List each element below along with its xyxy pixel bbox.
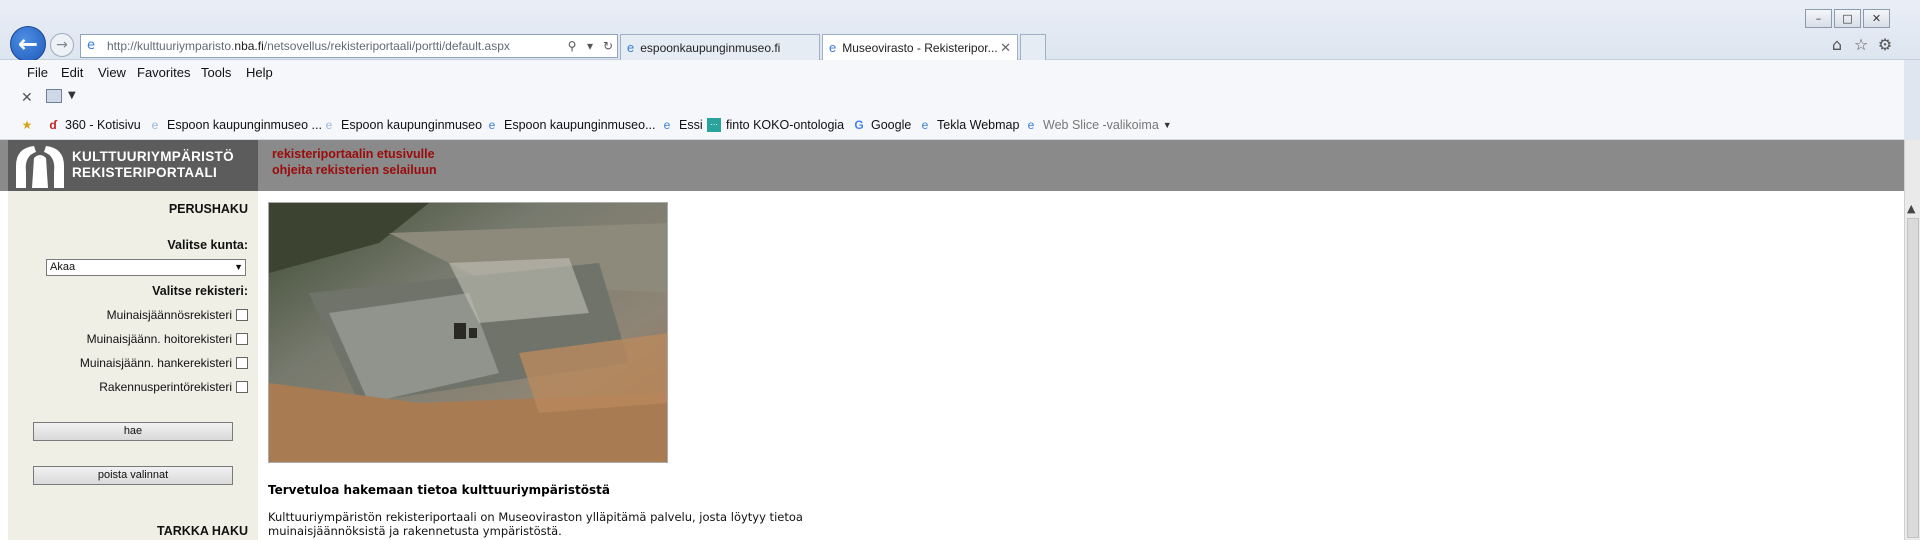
intro-paragraph: Kulttuuriympäristön rekisteriportaali on… [268, 510, 803, 538]
chevron-down-icon: ▼ [234, 262, 243, 272]
municipality-select[interactable]: Akaa ▼ [46, 259, 246, 276]
favorite-link-espoon-2[interactable]: e Espoon kaupunginmuseo [322, 118, 482, 132]
menu-view[interactable]: View [98, 65, 126, 80]
register-option: Muinaisjäänn. hankerekisteri [80, 356, 248, 370]
ie-page-icon: e [151, 118, 159, 132]
ie-page-icon: e [921, 118, 929, 132]
menu-bar: File Edit View Favorites Tools Help [0, 60, 1904, 84]
back-button[interactable]: ← [10, 26, 46, 62]
favorite-link-360[interactable]: ɗ 360 - Kotisivu [46, 118, 140, 132]
search-icon[interactable]: ⚲ [563, 39, 581, 53]
favorite-link-espoon-3[interactable]: e Espoon kaupunginmuseo... [485, 118, 656, 132]
logo-line-1: KULTTUURIYMPÄRISTÖ [72, 149, 234, 164]
favorite-link-finto[interactable]: ⋯ finto KOKO-ontologia [707, 118, 844, 132]
menu-tools[interactable]: Tools [201, 65, 231, 80]
excavation-photo [268, 202, 668, 463]
site-logo[interactable]: KULTTUURIYMPÄRISTÖ REKISTERIPORTAALI [8, 140, 258, 191]
search-sidebar: PERUSHAKU Valitse kunta: Akaa ▼ Valitse … [8, 191, 258, 540]
register-checkbox[interactable] [236, 333, 248, 345]
close-window-button[interactable]: ✕ [1863, 9, 1890, 28]
register-label: Valitse rekisteri: [152, 284, 248, 298]
address-bar[interactable]: e http://kulttuuriymparisto.nba.fi/netso… [80, 34, 618, 58]
ie-page-icon: e [488, 118, 496, 132]
page-header: KULTTUURIYMPÄRISTÖ REKISTERIPORTAALI rek… [0, 140, 1904, 191]
menu-favorites[interactable]: Favorites [137, 65, 190, 80]
favorites-bar: ★ ɗ 360 - Kotisivu e Espoon kaupunginmuseo… [0, 112, 1904, 140]
register-checkbox[interactable] [236, 357, 248, 369]
forward-button[interactable]: → [50, 33, 74, 57]
menu-edit[interactable]: Edit [61, 65, 83, 80]
advanced-search-title: TARKKA HAKU [157, 524, 248, 538]
chevron-down-icon: ▼ [1162, 120, 1172, 130]
link-portal-home[interactable]: rekisteriportaalin etusivulle [272, 147, 435, 161]
address-url[interactable]: http://kulttuuriymparisto.nba.fi/netsove… [107, 39, 563, 53]
chevron-down-icon[interactable]: ▼ [68, 90, 76, 101]
arch-logo-icon [16, 146, 64, 188]
municipality-label: Valitse kunta: [167, 238, 248, 252]
link-browse-help[interactable]: ohjeita rekisterien selailuun [272, 163, 437, 177]
add-favorite-icon[interactable]: ★ [20, 118, 39, 132]
web-slice-icon[interactable] [46, 89, 62, 103]
browser-titlebar: ← → e http://kulttuuriymparisto.nba.fi/n… [0, 0, 1920, 62]
clear-selections-button[interactable]: poista valinnat [33, 466, 233, 485]
360-icon: ɗ [49, 118, 57, 132]
basic-search-title: PERUSHAKU [168, 202, 248, 216]
home-icon[interactable]: ⌂ [1826, 34, 1848, 56]
ie-page-icon: e [1027, 118, 1035, 132]
google-icon: G [854, 118, 864, 132]
favorite-link-espoon-1[interactable]: e Espoon kaupunginmuseo ... [148, 118, 322, 132]
minimize-button[interactable]: – [1805, 9, 1832, 28]
register-checkbox[interactable] [236, 309, 248, 321]
welcome-heading: Tervetuloa hakemaan tietoa kulttuuriympä… [268, 483, 610, 497]
scrollbar-thumb[interactable] [1907, 218, 1919, 538]
dropdown-icon[interactable]: ▾ [581, 39, 599, 53]
new-tab-button[interactable] [1020, 34, 1046, 60]
ie-page-icon: e [663, 118, 671, 132]
tab-museovirasto[interactable]: e Museovirasto - Rekisteripor... ✕ [822, 34, 1018, 60]
stop-icon[interactable]: ✕ [21, 90, 33, 106]
finto-icon: ⋯ [707, 118, 721, 132]
close-tab-icon[interactable]: ✕ [1000, 40, 1011, 56]
ie-page-icon: e [325, 118, 333, 132]
favorite-link-essi[interactable]: e Essi [660, 118, 703, 132]
ie-page-icon: e [87, 38, 95, 53]
register-option: Rakennusperintörekisteri [99, 380, 248, 394]
maximize-button[interactable]: □ [1834, 9, 1861, 28]
refresh-icon[interactable]: ↻ [599, 39, 617, 53]
scroll-up-icon[interactable]: ▲ [1907, 202, 1915, 215]
excavation-photo-image [269, 203, 667, 462]
command-bar: ✕ ▼ [0, 84, 1904, 112]
menu-help[interactable]: Help [246, 65, 273, 80]
register-option: Muinaisjäännösrekisteri [107, 308, 248, 322]
web-page: KULTTUURIYMPÄRISTÖ REKISTERIPORTAALI rek… [0, 140, 1904, 540]
ie-page-icon: e [627, 40, 635, 55]
favorites-star-icon[interactable]: ☆ [1850, 34, 1872, 56]
gear-icon[interactable]: ⚙ [1874, 34, 1896, 56]
tab-espoonkaupunginmuseo[interactable]: e espoonkaupunginmuseo.fi [620, 34, 820, 60]
favorite-link-tekla[interactable]: e Tekla Webmap [918, 118, 1020, 132]
register-option: Muinaisjäänn. hoitorekisteri [87, 332, 248, 346]
ie-page-icon: e [829, 40, 837, 55]
page-scrollbar[interactable]: ▲ [1904, 140, 1920, 540]
menu-file[interactable]: File [27, 65, 48, 80]
favorite-link-google[interactable]: G Google [852, 118, 911, 132]
search-button[interactable]: hae [33, 422, 233, 441]
register-checkbox[interactable] [236, 381, 248, 393]
favorite-link-web-slice[interactable]: e Web Slice -valikoima ▼ [1024, 118, 1172, 132]
logo-line-2: REKISTERIPORTAALI [72, 165, 218, 180]
